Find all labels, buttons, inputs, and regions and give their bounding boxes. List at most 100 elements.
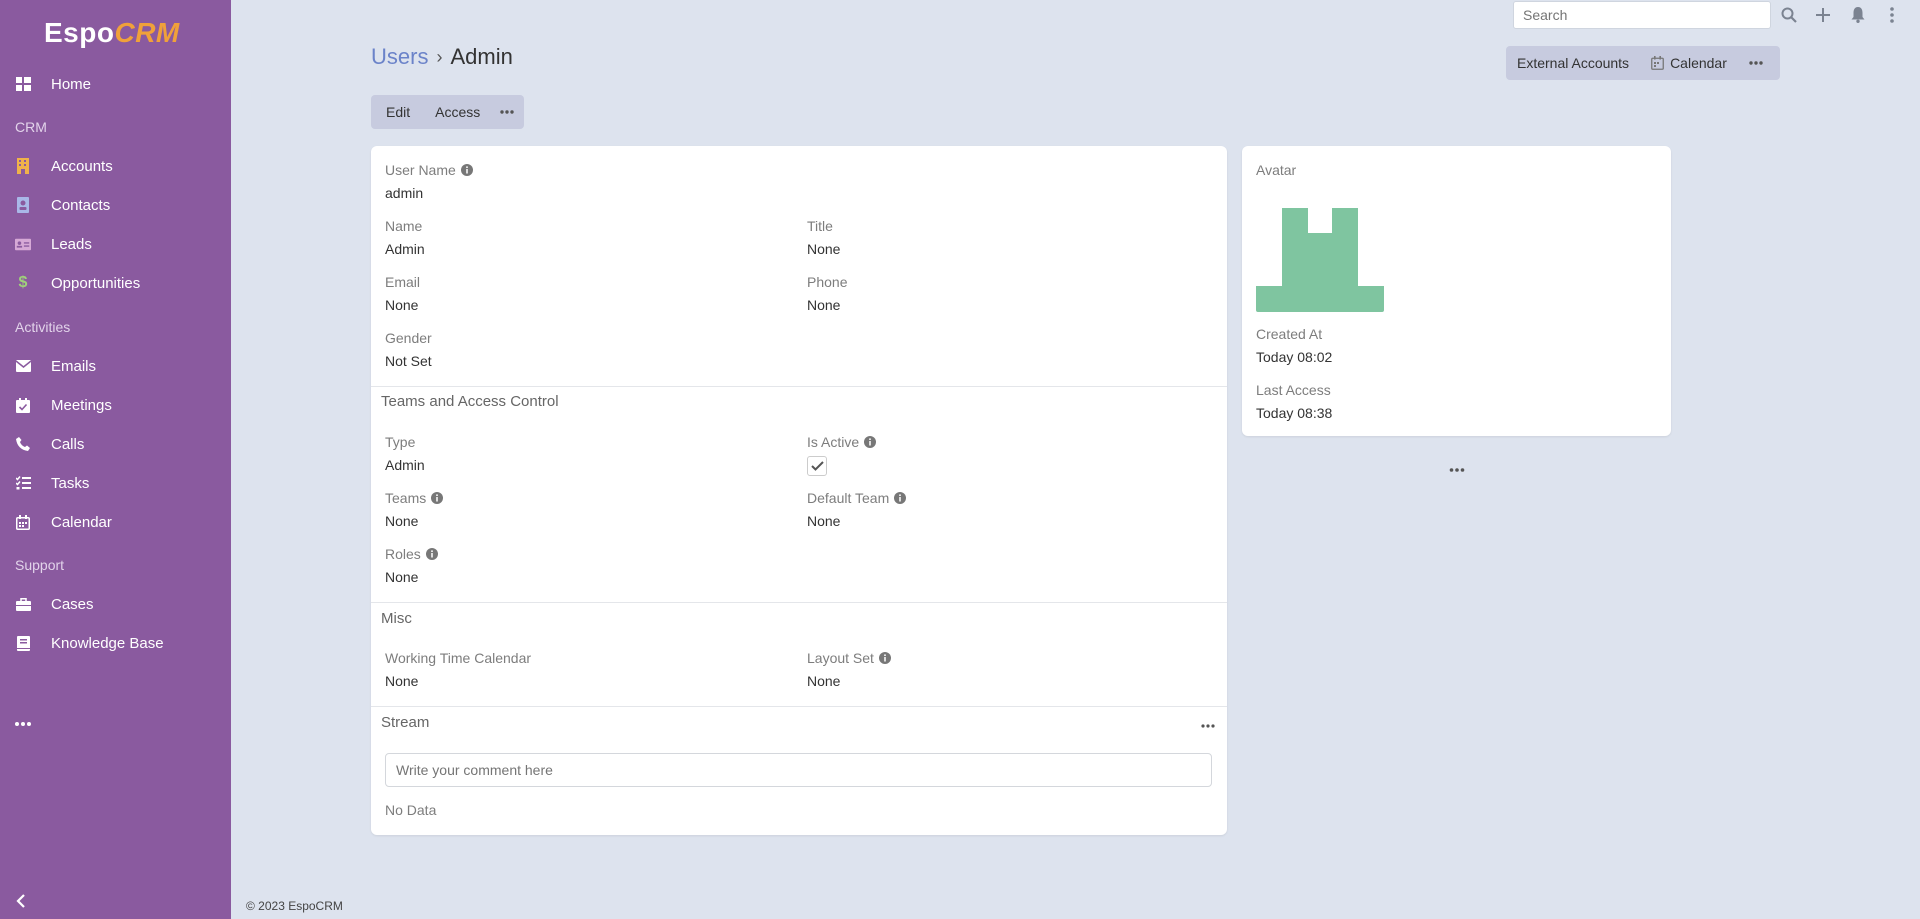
layout-set-label: Layout Set [807,650,874,666]
nav-accounts[interactable]: Accounts [0,149,231,183]
header-more-button[interactable] [1738,46,1780,80]
espocrm-logo[interactable]: EspoCRM [44,16,180,50]
breadcrumb-users-link[interactable]: Users [371,44,428,70]
last-access-value: Today 08:38 [1256,405,1333,421]
nav-calendar[interactable]: Calendar [0,505,231,539]
section-divider [371,602,1227,603]
nav-emails-label: Emails [51,357,97,375]
teams-access-section-title: Teams and Access Control [381,393,559,410]
nav-group-activities: Activities [15,319,71,335]
is-active-checkbox [807,456,827,476]
teams-label: Teams [385,490,427,506]
bell-icon[interactable] [1849,6,1867,24]
misc-section-title: Misc [381,610,412,627]
email-label: Email [385,274,421,290]
nav-more[interactable] [0,707,231,741]
stream-menu-icon[interactable] [1201,715,1215,728]
nav-emails[interactable]: Emails [0,349,231,383]
nav-knowledge-base-label: Knowledge Base [51,634,164,652]
home-grid-icon [15,76,31,92]
roles-label: Roles [385,546,421,562]
edit-button[interactable]: Edit [371,95,425,129]
phone-label: Phone [807,274,848,290]
user-name-label: User Name [385,162,456,178]
page-title: Admin [450,44,513,69]
user-name-value: admin [385,185,424,201]
footer-copyright: © 2023 EspoCRM [246,899,343,913]
side-panel-more-icon[interactable] [1449,460,1465,472]
calendar-small-icon [1651,56,1664,70]
avatar-label: Avatar [1256,162,1297,178]
teams-value: None [385,513,419,529]
nav-opportunities[interactable]: $ Opportunities [0,266,231,300]
field-phone: Phone None [807,274,847,313]
email-value: None [385,297,419,313]
last-access-label: Last Access [1256,382,1331,398]
ellipsis-icon [500,110,514,114]
type-value: Admin [385,457,425,473]
plus-icon[interactable] [1814,6,1832,24]
section-divider [371,706,1227,707]
calendar-button[interactable]: Calendar [1640,46,1738,80]
nav-leads-label: Leads [51,235,92,253]
field-gender: Gender Not Set [385,330,432,369]
nav-contacts-label: Contacts [51,196,111,214]
external-accounts-button[interactable]: External Accounts [1506,46,1640,80]
nav-calls-label: Calls [51,435,85,453]
nav-home-label: Home [51,75,92,93]
gender-value: Not Set [385,353,432,369]
collapse-sidebar-icon[interactable] [14,893,30,909]
field-type: Type Admin [385,434,425,473]
header-button-group: External Accounts Calendar [1506,46,1780,80]
ellipsis-icon [15,716,31,732]
nav-leads[interactable]: Leads [0,227,231,261]
field-last-access: Last Access Today 08:38 [1256,382,1332,421]
info-icon[interactable] [425,548,438,560]
record-more-button[interactable] [490,95,524,129]
menu-vertical-dots-icon[interactable] [1883,6,1901,24]
field-title: Title None [807,218,840,257]
info-icon[interactable] [431,492,444,504]
record-action-buttons: Edit Access [371,95,525,129]
is-active-label: Is Active [807,434,860,450]
nav-group-support: Support [15,557,65,573]
default-team-value: None [807,513,841,529]
nav-meetings[interactable]: Meetings [0,388,231,422]
nav-cases[interactable]: Cases [0,587,231,621]
nav-knowledge-base[interactable]: Knowledge Base [0,626,231,660]
envelope-icon [15,358,31,374]
id-card-icon [15,236,31,252]
nav-contacts[interactable]: Contacts [0,188,231,222]
info-icon[interactable] [878,652,891,664]
calendar-icon [15,514,31,530]
nav-accounts-label: Accounts [51,157,113,175]
nav-meetings-label: Meetings [51,396,112,414]
briefcase-icon [15,596,31,612]
stream-comment-input[interactable] [385,753,1212,787]
search-icon[interactable] [1780,6,1798,24]
field-created-at: Created At Today 08:02 [1256,326,1332,365]
nav-tasks[interactable]: Tasks [0,466,231,500]
created-at-label: Created At [1256,326,1323,342]
info-icon[interactable] [460,164,473,176]
building-icon [15,158,31,174]
info-icon[interactable] [864,436,877,448]
created-at-value: Today 08:02 [1256,349,1333,365]
access-button[interactable]: Access [425,95,490,129]
title-label: Title [807,218,833,234]
nav-calls[interactable]: Calls [0,427,231,461]
avatar[interactable] [1256,208,1384,312]
stream-section-title: Stream [381,714,430,731]
calendar-button-label: Calendar [1670,55,1727,71]
working-time-value: None [385,673,419,689]
nav-opportunities-label: Opportunities [51,274,141,292]
field-roles: Roles None [385,546,438,585]
nav-group-crm: CRM [15,119,47,135]
working-time-label: Working Time Calendar [385,650,532,666]
sidebar: EspoCRM Home CRM Accounts Contacts Leads… [0,0,231,919]
global-search-input[interactable] [1513,1,1771,29]
contact-card-icon [15,197,31,213]
info-icon[interactable] [894,492,907,504]
nav-home[interactable]: Home [0,67,231,101]
book-icon [15,635,31,651]
